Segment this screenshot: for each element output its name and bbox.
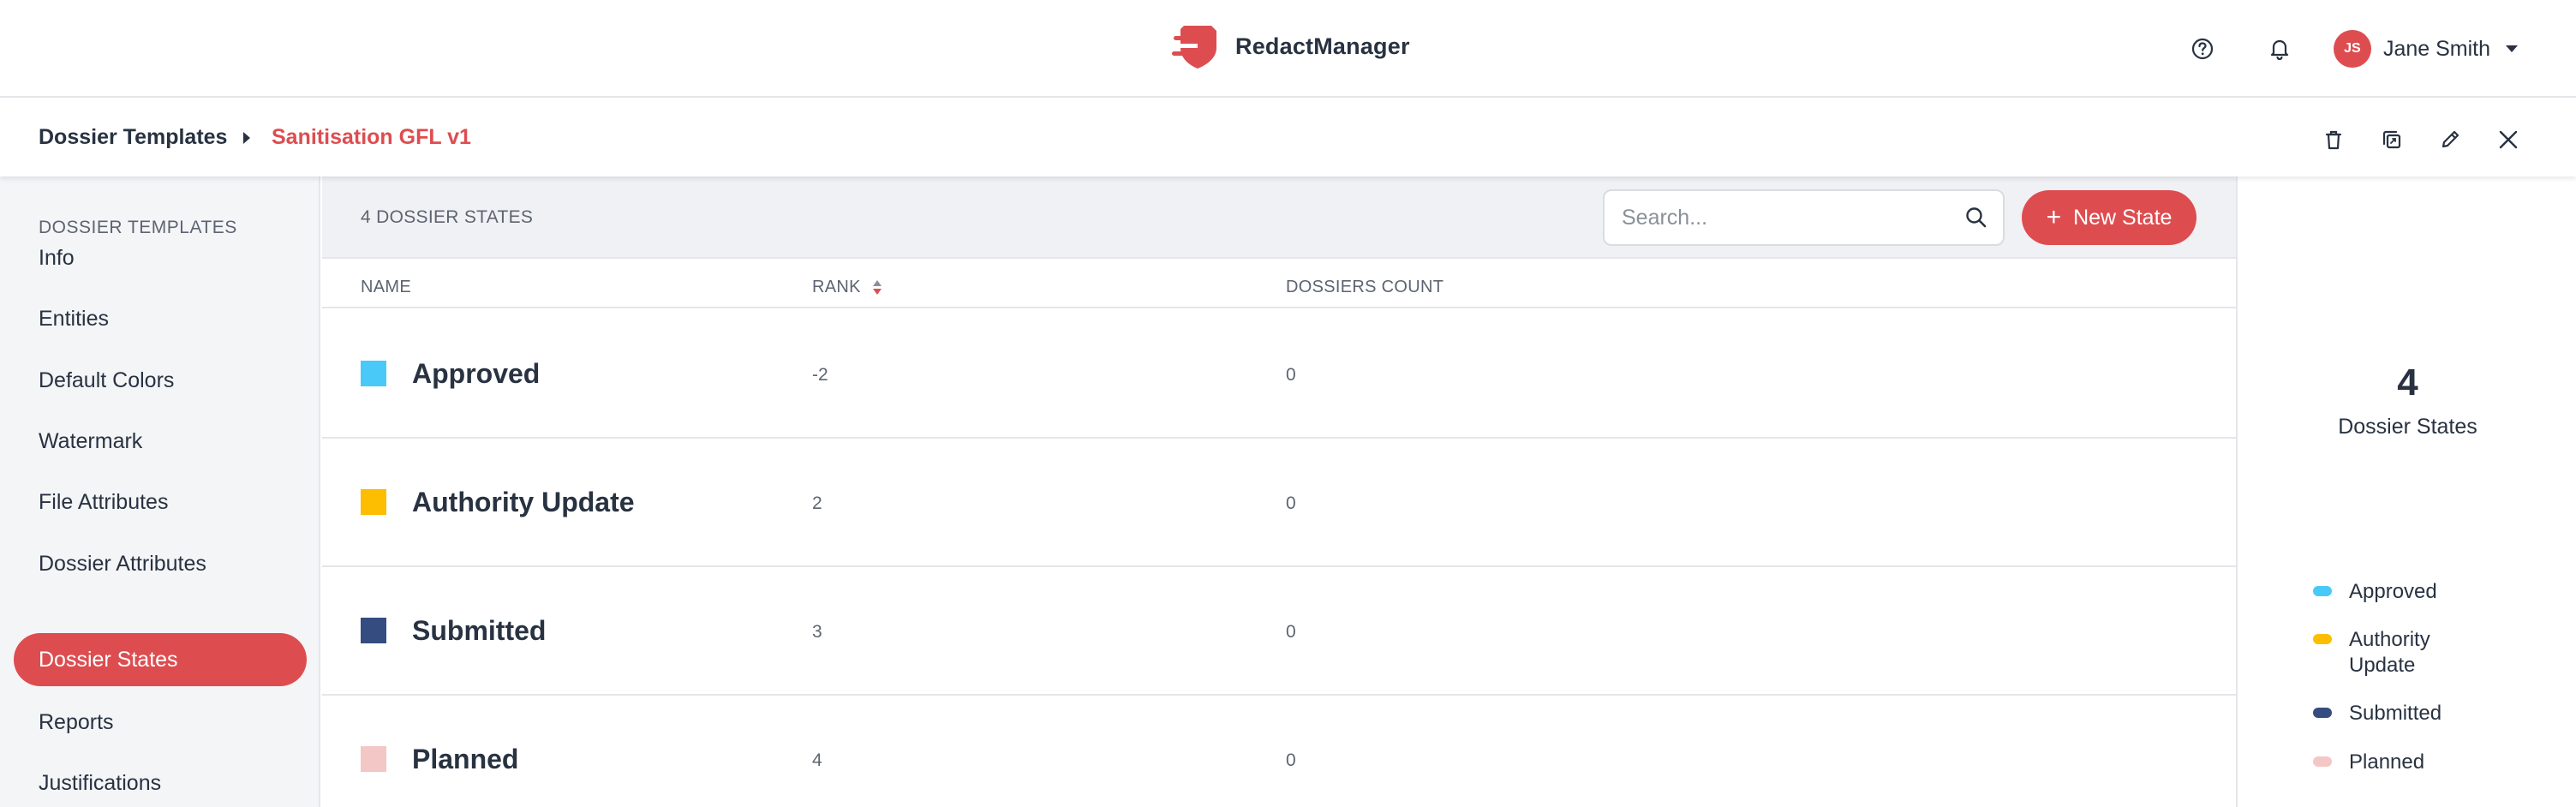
legend-label: Planned — [2349, 750, 2425, 774]
breadcrumb-current[interactable]: Sanitisation GFL v1 — [272, 125, 471, 150]
state-color-swatch — [361, 489, 386, 515]
stats-panel: 4 Dossier States Approved Authority Upda… — [2236, 176, 2576, 807]
delete-template-button[interactable] — [2310, 117, 2357, 163]
table-header: NAME RANK DOSSIERS COUNT — [322, 259, 2236, 308]
edit-template-button[interactable] — [2427, 117, 2473, 163]
state-dossiers-count: 0 — [1286, 622, 1296, 642]
state-dossiers-count: 0 — [1286, 750, 1296, 770]
legend-dot — [2313, 586, 2332, 596]
states-total-label: Dossier States — [2338, 415, 2477, 439]
sidebar: DOSSIER TEMPLATES Info Entities Default … — [0, 176, 320, 807]
duplicate-icon — [2382, 130, 2401, 149]
legend-dot — [2313, 708, 2332, 718]
breadcrumb-dossier-templates[interactable]: Dossier Templates — [39, 125, 227, 150]
state-rank: -2 — [812, 365, 828, 385]
bell-icon — [2270, 39, 2289, 61]
column-dossiers-count[interactable]: DOSSIERS COUNT — [1286, 278, 1443, 297]
state-rank: 4 — [812, 750, 822, 770]
state-color-swatch — [361, 618, 386, 643]
state-name: Submitted — [412, 615, 547, 646]
state-name: Planned — [412, 744, 519, 774]
new-state-label: New State — [2073, 205, 2173, 230]
legend-label: Submitted — [2349, 702, 2442, 725]
sidebar-item-dossier-attributes[interactable]: Dossier Attributes — [14, 537, 307, 590]
legend-item: Planned — [2313, 750, 2469, 775]
user-menu[interactable]: JS Jane Smith — [2333, 30, 2518, 68]
sort-icon — [872, 280, 882, 295]
new-state-button[interactable]: + New State — [2022, 190, 2196, 245]
legend-label: Approved — [2349, 580, 2437, 603]
sidebar-item-entities[interactable]: Entities — [14, 292, 307, 345]
legend-label: Authority Update — [2349, 628, 2430, 677]
sidebar-item-info[interactable]: Info — [14, 231, 307, 284]
sidebar-item-reports[interactable]: Reports — [14, 696, 307, 749]
states-total: 4 — [2397, 362, 2418, 404]
close-icon — [2499, 130, 2518, 149]
legend-item: Approved — [2313, 579, 2469, 605]
sidebar-item-dossier-states[interactable]: Dossier States — [14, 633, 307, 686]
sidebar-item-justifications[interactable]: Justifications — [14, 756, 307, 807]
table-row[interactable]: Submitted 3 0 — [322, 567, 2236, 696]
search-field[interactable] — [1603, 189, 2005, 246]
top-header: RedactManager JS Jane Smith — [0, 0, 2576, 98]
column-rank-label: RANK — [812, 278, 861, 296]
trash-icon — [2325, 130, 2342, 150]
legend-dot — [2313, 756, 2332, 767]
edit-icon — [2442, 130, 2459, 148]
table-row[interactable]: Authority Update 2 0 — [322, 439, 2236, 567]
state-name: Approved — [412, 358, 541, 389]
user-name: Jane Smith — [2382, 36, 2490, 61]
brand-name: RedactManager — [1235, 33, 1410, 59]
help-button[interactable] — [2179, 26, 2226, 72]
brand[interactable]: RedactManager — [1172, 22, 1410, 70]
legend-item: Authority Update — [2313, 627, 2469, 678]
state-color-swatch — [361, 746, 386, 772]
header-actions: JS Jane Smith — [2179, 26, 2518, 72]
search-icon[interactable] — [1963, 205, 1989, 230]
list-header: 4 DOSSIER STATES + New State — [322, 176, 2236, 259]
table-row[interactable]: Planned 4 0 — [322, 696, 2236, 807]
search-input[interactable] — [1622, 201, 1947, 234]
sidebar-item-file-attributes[interactable]: File Attributes — [14, 475, 307, 529]
redactmanager-logo-icon — [1172, 26, 1216, 69]
column-rank[interactable]: RANK — [812, 278, 882, 297]
sidebar-item-default-colors[interactable]: Default Colors — [14, 354, 307, 407]
state-rank: 3 — [812, 622, 822, 642]
plus-icon: + — [2046, 203, 2062, 231]
dossier-states-list: 4 DOSSIER STATES + New State NAME RANK D… — [322, 176, 2236, 807]
sidebar-item-watermark[interactable]: Watermark — [14, 415, 307, 468]
legend-item: Submitted — [2313, 701, 2469, 726]
duplicate-template-button[interactable] — [2369, 117, 2415, 163]
legend-dot — [2313, 634, 2332, 644]
breadcrumb: Dossier Templates Sanitisation GFL v1 — [0, 98, 2576, 176]
state-rank: 2 — [812, 493, 822, 513]
chevron-right-icon — [243, 132, 250, 144]
column-name[interactable]: NAME — [361, 278, 411, 297]
state-dossiers-count: 0 — [1286, 493, 1296, 513]
chevron-down-icon — [2506, 45, 2518, 52]
state-name: Authority Update — [412, 487, 635, 517]
notifications-button[interactable] — [2256, 26, 2303, 72]
help-circle-icon — [2191, 38, 2214, 60]
avatar: JS — [2333, 30, 2371, 68]
table-row[interactable]: Approved -2 0 — [322, 310, 2236, 439]
states-count: 4 DOSSIER STATES — [361, 207, 534, 227]
template-actions — [2298, 117, 2531, 163]
state-dossiers-count: 0 — [1286, 365, 1296, 385]
state-color-swatch — [361, 361, 386, 386]
close-button[interactable] — [2485, 117, 2531, 163]
